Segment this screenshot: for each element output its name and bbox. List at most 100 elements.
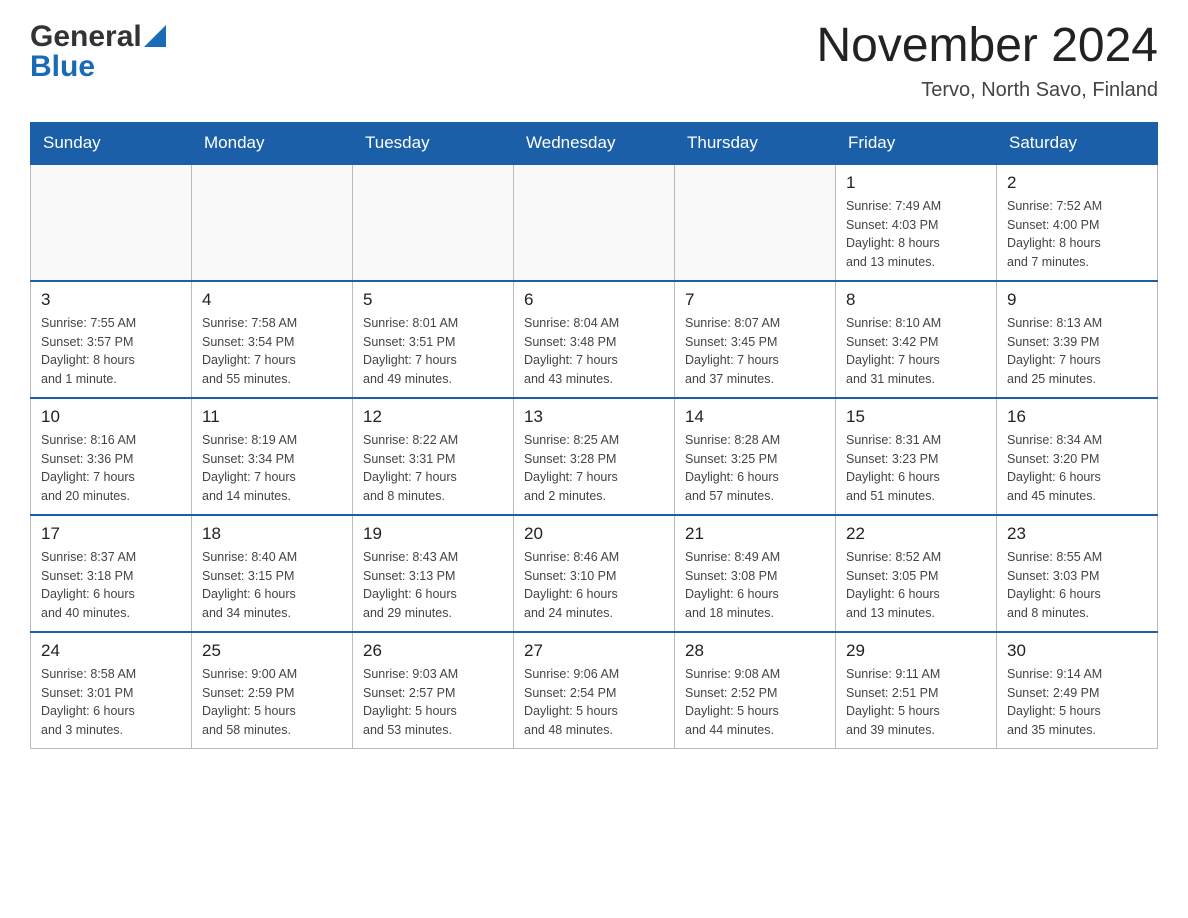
- calendar-cell: 13 Sunrise: 8:25 AM Sunset: 3:28 PM Dayli…: [514, 398, 675, 515]
- week-row-5: 24 Sunrise: 8:58 AM Sunset: 3:01 PM Dayli…: [31, 632, 1158, 749]
- calendar-cell: [192, 164, 353, 281]
- calendar-cell: [31, 164, 192, 281]
- calendar-cell: 27Sunrise: 9:06 AM Sunset: 2:54 PM Dayli…: [514, 632, 675, 749]
- day-number: 23: [1007, 524, 1147, 544]
- day-info: Sunrise: 8:04 AM Sunset: 3:48 PM Dayligh…: [524, 314, 664, 389]
- day-info: Sunrise: 8:28 AM Sunset: 3:25 PM Dayligh…: [685, 431, 825, 506]
- day-number: 25: [202, 641, 342, 661]
- day-number: 24: [41, 641, 181, 661]
- day-number: 20: [524, 524, 664, 544]
- day-info: Sunrise: 8:07 AM Sunset: 3:45 PM Dayligh…: [685, 314, 825, 389]
- day-number: 2: [1007, 173, 1147, 193]
- calendar-title: November 2024: [816, 20, 1158, 73]
- day-number: 9: [1007, 290, 1147, 310]
- calendar-cell: 14 Sunrise: 8:28 AM Sunset: 3:25 PM Dayli…: [675, 398, 836, 515]
- calendar-cell: 18 Sunrise: 8:40 AM Sunset: 3:15 PM Dayli…: [192, 515, 353, 632]
- day-number: 22: [846, 524, 986, 544]
- day-info: Sunrise: 7:58 AM Sunset: 3:54 PM Dayligh…: [202, 314, 342, 389]
- page-header: General Blue November 2024 Tervo, North …: [30, 20, 1158, 102]
- day-info: Sunrise: 9:00 AM Sunset: 2:59 PM Dayligh…: [202, 665, 342, 740]
- day-number: 18: [202, 524, 342, 544]
- logo-arrow-icon: [144, 25, 166, 47]
- day-number: 12: [363, 407, 503, 427]
- logo: General Blue: [30, 20, 166, 84]
- day-number: 19: [363, 524, 503, 544]
- logo-text: General Blue: [30, 20, 166, 84]
- day-number: 28: [685, 641, 825, 661]
- calendar-cell: 17Sunrise: 8:37 AM Sunset: 3:18 PM Dayli…: [31, 515, 192, 632]
- day-info: Sunrise: 8:25 AM Sunset: 3:28 PM Dayligh…: [524, 431, 664, 506]
- calendar-table: SundayMondayTuesdayWednesdayThursdayFrid…: [30, 122, 1158, 749]
- day-info: Sunrise: 8:16 AM Sunset: 3:36 PM Dayligh…: [41, 431, 181, 506]
- day-info: Sunrise: 8:46 AM Sunset: 3:10 PM Dayligh…: [524, 548, 664, 623]
- day-info: Sunrise: 9:06 AM Sunset: 2:54 PM Dayligh…: [524, 665, 664, 740]
- week-row-1: 1Sunrise: 7:49 AM Sunset: 4:03 PM Daylig…: [31, 164, 1158, 281]
- calendar-cell: 22 Sunrise: 8:52 AM Sunset: 3:05 PM Dayli…: [836, 515, 997, 632]
- day-number: 14: [685, 407, 825, 427]
- day-number: 15: [846, 407, 986, 427]
- day-number: 8: [846, 290, 986, 310]
- calendar-cell: [514, 164, 675, 281]
- day-number: 17: [41, 524, 181, 544]
- weekday-header-saturday: Saturday: [997, 122, 1158, 164]
- calendar-cell: 26 Sunrise: 9:03 AM Sunset: 2:57 PM Dayli…: [353, 632, 514, 749]
- week-row-3: 10 Sunrise: 8:16 AM Sunset: 3:36 PM Dayli…: [31, 398, 1158, 515]
- day-info: Sunrise: 8:58 AM Sunset: 3:01 PM Dayligh…: [41, 665, 181, 740]
- weekday-header-friday: Friday: [836, 122, 997, 164]
- day-number: 16: [1007, 407, 1147, 427]
- calendar-cell: 1Sunrise: 7:49 AM Sunset: 4:03 PM Daylig…: [836, 164, 997, 281]
- calendar-cell: 10 Sunrise: 8:16 AM Sunset: 3:36 PM Dayli…: [31, 398, 192, 515]
- weekday-header-row: SundayMondayTuesdayWednesdayThursdayFrid…: [31, 122, 1158, 164]
- calendar-cell: 8 Sunrise: 8:10 AM Sunset: 3:42 PM Daylig…: [836, 281, 997, 398]
- calendar-cell: 24 Sunrise: 8:58 AM Sunset: 3:01 PM Dayli…: [31, 632, 192, 749]
- calendar-cell: 19 Sunrise: 8:43 AM Sunset: 3:13 PM Dayli…: [353, 515, 514, 632]
- day-info: Sunrise: 7:52 AM Sunset: 4:00 PM Dayligh…: [1007, 197, 1147, 272]
- weekday-header-sunday: Sunday: [31, 122, 192, 164]
- calendar-cell: 5 Sunrise: 8:01 AM Sunset: 3:51 PM Daylig…: [353, 281, 514, 398]
- calendar-cell: 30 Sunrise: 9:14 AM Sunset: 2:49 PM Dayli…: [997, 632, 1158, 749]
- week-row-2: 3 Sunrise: 7:55 AM Sunset: 3:57 PM Daylig…: [31, 281, 1158, 398]
- calendar-cell: 12Sunrise: 8:22 AM Sunset: 3:31 PM Dayli…: [353, 398, 514, 515]
- calendar-cell: 11 Sunrise: 8:19 AM Sunset: 3:34 PM Dayli…: [192, 398, 353, 515]
- day-info: Sunrise: 8:43 AM Sunset: 3:13 PM Dayligh…: [363, 548, 503, 623]
- title-section: November 2024 Tervo, North Savo, Finland: [816, 20, 1158, 102]
- day-info: Sunrise: 9:14 AM Sunset: 2:49 PM Dayligh…: [1007, 665, 1147, 740]
- weekday-header-thursday: Thursday: [675, 122, 836, 164]
- day-info: Sunrise: 8:10 AM Sunset: 3:42 PM Dayligh…: [846, 314, 986, 389]
- day-number: 30: [1007, 641, 1147, 661]
- calendar-cell: 2 Sunrise: 7:52 AM Sunset: 4:00 PM Daylig…: [997, 164, 1158, 281]
- calendar-cell: 25 Sunrise: 9:00 AM Sunset: 2:59 PM Dayli…: [192, 632, 353, 749]
- calendar-cell: 6Sunrise: 8:04 AM Sunset: 3:48 PM Daylig…: [514, 281, 675, 398]
- weekday-header-tuesday: Tuesday: [353, 122, 514, 164]
- logo-general: General: [30, 20, 142, 54]
- day-info: Sunrise: 7:55 AM Sunset: 3:57 PM Dayligh…: [41, 314, 181, 389]
- week-row-4: 17Sunrise: 8:37 AM Sunset: 3:18 PM Dayli…: [31, 515, 1158, 632]
- day-number: 10: [41, 407, 181, 427]
- day-number: 21: [685, 524, 825, 544]
- calendar-subtitle: Tervo, North Savo, Finland: [816, 79, 1158, 102]
- day-info: Sunrise: 8:55 AM Sunset: 3:03 PM Dayligh…: [1007, 548, 1147, 623]
- day-info: Sunrise: 8:40 AM Sunset: 3:15 PM Dayligh…: [202, 548, 342, 623]
- calendar-cell: 23 Sunrise: 8:55 AM Sunset: 3:03 PM Dayli…: [997, 515, 1158, 632]
- calendar-cell: 4Sunrise: 7:58 AM Sunset: 3:54 PM Daylig…: [192, 281, 353, 398]
- day-number: 26: [363, 641, 503, 661]
- day-info: Sunrise: 9:11 AM Sunset: 2:51 PM Dayligh…: [846, 665, 986, 740]
- day-info: Sunrise: 7:49 AM Sunset: 4:03 PM Dayligh…: [846, 197, 986, 272]
- weekday-header-monday: Monday: [192, 122, 353, 164]
- logo-blue: Blue: [30, 50, 166, 84]
- calendar-cell: 21Sunrise: 8:49 AM Sunset: 3:08 PM Dayli…: [675, 515, 836, 632]
- day-info: Sunrise: 8:19 AM Sunset: 3:34 PM Dayligh…: [202, 431, 342, 506]
- day-number: 13: [524, 407, 664, 427]
- day-info: Sunrise: 8:34 AM Sunset: 3:20 PM Dayligh…: [1007, 431, 1147, 506]
- calendar-cell: 20 Sunrise: 8:46 AM Sunset: 3:10 PM Dayli…: [514, 515, 675, 632]
- day-info: Sunrise: 8:52 AM Sunset: 3:05 PM Dayligh…: [846, 548, 986, 623]
- day-number: 11: [202, 407, 342, 427]
- calendar-cell: 15 Sunrise: 8:31 AM Sunset: 3:23 PM Dayli…: [836, 398, 997, 515]
- day-info: Sunrise: 9:03 AM Sunset: 2:57 PM Dayligh…: [363, 665, 503, 740]
- day-info: Sunrise: 8:31 AM Sunset: 3:23 PM Dayligh…: [846, 431, 986, 506]
- day-number: 7: [685, 290, 825, 310]
- day-info: Sunrise: 8:01 AM Sunset: 3:51 PM Dayligh…: [363, 314, 503, 389]
- calendar-cell: 28Sunrise: 9:08 AM Sunset: 2:52 PM Dayli…: [675, 632, 836, 749]
- day-number: 3: [41, 290, 181, 310]
- day-number: 5: [363, 290, 503, 310]
